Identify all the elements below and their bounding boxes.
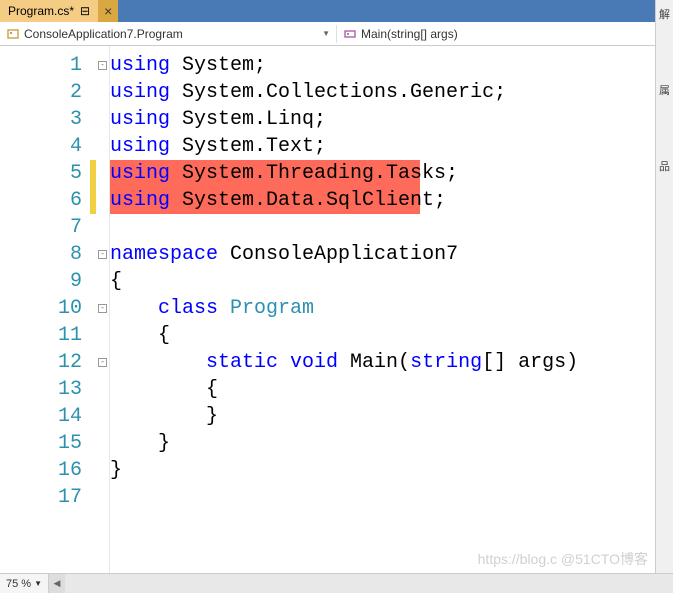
line-number: 15 — [0, 430, 82, 457]
class-dropdown[interactable]: ConsoleApplication7.Program ▼ — [0, 25, 337, 43]
method-icon — [343, 27, 357, 41]
class-dropdown-label: ConsoleApplication7.Program — [24, 27, 183, 41]
class-icon — [6, 27, 20, 41]
line-number: 12 — [0, 349, 82, 376]
line-number: 6 — [0, 187, 82, 214]
pin-icon[interactable]: ⊟ — [80, 4, 90, 18]
outline-column: - - - - — [96, 46, 110, 573]
chevron-down-icon: ▼ — [322, 29, 330, 38]
zoom-dropdown[interactable]: 75 % ▼ — [0, 574, 49, 593]
editor: 1 2 3 4 5 6 7 8 9 10 11 12 13 14 15 16 1… — [0, 46, 673, 573]
line-number: 9 — [0, 268, 82, 295]
line-number-gutter: 1 2 3 4 5 6 7 8 9 10 11 12 13 14 15 16 1… — [0, 46, 90, 573]
zoom-label: 75 % — [6, 578, 31, 590]
line-number: 10 — [0, 295, 82, 322]
tab-bar: Program.cs* ⊟ × — [0, 0, 673, 22]
tab-close-button[interactable]: × — [98, 0, 118, 22]
line-number: 3 — [0, 106, 82, 133]
line-number: 13 — [0, 376, 82, 403]
status-bar: 75 % ▼ ◀ — [0, 573, 673, 593]
member-dropdown-label: Main(string[] args) — [361, 27, 458, 41]
scroll-left-icon[interactable]: ◀ — [49, 574, 65, 593]
side-tab[interactable]: 解 — [659, 6, 670, 22]
file-tab[interactable]: Program.cs* ⊟ — [0, 0, 98, 22]
line-number: 5 — [0, 160, 82, 187]
line-number: 11 — [0, 322, 82, 349]
line-number: 14 — [0, 403, 82, 430]
line-number: 2 — [0, 79, 82, 106]
navigation-bar: ConsoleApplication7.Program ▼ Main(strin… — [0, 22, 673, 46]
line-number: 7 — [0, 214, 82, 241]
chevron-down-icon: ▼ — [34, 579, 42, 588]
fold-toggle-icon[interactable]: - — [98, 304, 107, 313]
fold-toggle-icon[interactable]: - — [98, 358, 107, 367]
fold-toggle-icon[interactable]: - — [98, 61, 107, 70]
member-dropdown[interactable]: Main(string[] args) ▼ — [337, 25, 673, 43]
line-number: 16 — [0, 457, 82, 484]
code-area[interactable]: using System; using System.Collections.G… — [110, 46, 673, 573]
line-number: 17 — [0, 484, 82, 511]
watermark: https://blog.c @51CTO博客 — [478, 549, 648, 569]
line-number: 8 — [0, 241, 82, 268]
fold-toggle-icon[interactable]: - — [98, 250, 107, 259]
tab-title: Program.cs* — [8, 4, 74, 18]
horizontal-scrollbar[interactable]: ◀ — [49, 574, 673, 593]
line-number: 4 — [0, 133, 82, 160]
line-number: 1 — [0, 52, 82, 79]
